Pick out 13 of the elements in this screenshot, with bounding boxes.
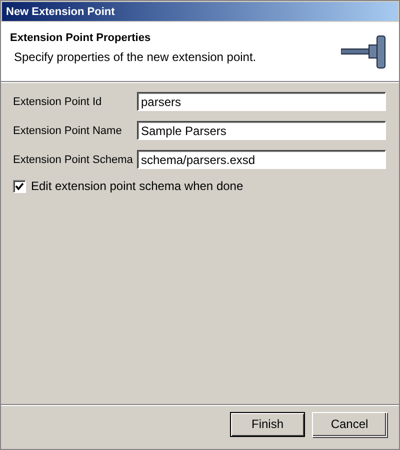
field-label: Extension Point Schema: [13, 154, 134, 166]
finish-button[interactable]: Finish: [230, 412, 305, 436]
cancel-button[interactable]: Cancel: [312, 412, 387, 436]
text-field[interactable]: Sample Parsers: [137, 121, 386, 140]
field-label: Extension Point Name: [13, 124, 123, 136]
window-title: New Extension Point: [2, 2, 398, 21]
checkbox-label: Edit extension point schema when done: [31, 179, 244, 193]
checkbox[interactable]: [13, 180, 26, 192]
header-title: Extension Point Properties: [10, 32, 152, 44]
field-label: Extension Point Id: [13, 96, 103, 108]
text-field[interactable]: parsers: [137, 92, 386, 111]
text-field[interactable]: schema/parsers.exsd: [137, 150, 386, 169]
header-description: Specify properties of the new extension point.: [13, 50, 256, 64]
